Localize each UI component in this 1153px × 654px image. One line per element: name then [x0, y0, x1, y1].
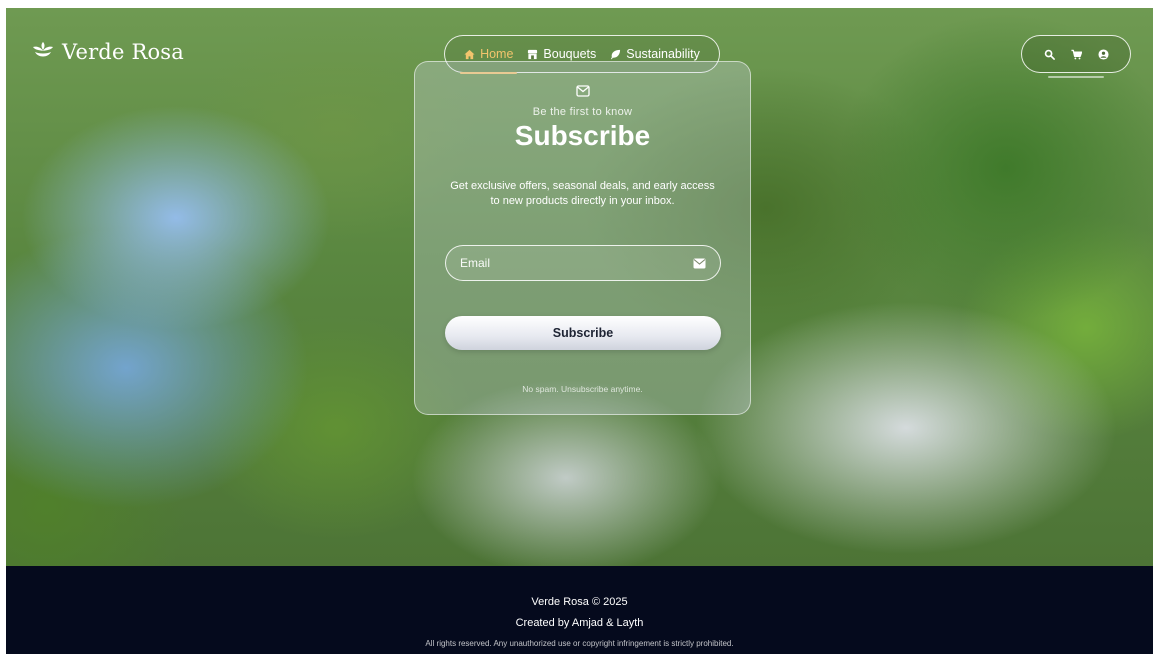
nav-item-label: Home [480, 47, 514, 61]
nav-item-bouquets[interactable]: Bouquets [527, 47, 596, 61]
home-icon [464, 49, 475, 59]
nav-item-sustainability[interactable]: Sustainability [610, 47, 700, 61]
subscribe-button[interactable]: Subscribe [445, 316, 721, 350]
envelope-icon [693, 258, 706, 268]
search-icon[interactable] [1044, 49, 1055, 60]
subscribe-card: Be the first to know Subscribe Get exclu… [414, 61, 751, 415]
user-icon[interactable] [1097, 48, 1109, 60]
hero-background: Verde Rosa Home Bouquets Sustainability … [6, 8, 1153, 566]
footer-legal: All rights reserved. Any unauthorized us… [425, 639, 734, 648]
brand-name: Verde Rosa [62, 40, 185, 64]
brand-logo[interactable]: Verde Rosa [32, 40, 184, 64]
store-icon [528, 49, 538, 59]
subscribe-title: Subscribe [514, 120, 651, 151]
page: Verde Rosa Home Bouquets Sustainability … [6, 8, 1153, 654]
footer-copyright: Verde Rosa © 2025 [531, 596, 628, 608]
email-field [445, 245, 721, 281]
spam-note: No spam. Unsubscribe anytime. [522, 384, 643, 394]
leaf-icon [611, 49, 621, 59]
header-actions [1021, 35, 1131, 78]
subscribe-description: Get exclusive offers, seasonal deals, an… [450, 180, 715, 207]
footer: Verde Rosa © 2025 Created by Amjad & Lay… [6, 566, 1153, 654]
nav-item-label: Bouquets [543, 47, 597, 61]
subscribe-eyebrow: Be the first to know [532, 106, 633, 118]
nav-item-home[interactable]: Home [460, 47, 518, 74]
leaf-logo-icon [33, 42, 53, 57]
email-input[interactable] [460, 256, 693, 270]
cart-icon[interactable] [1070, 49, 1082, 60]
envelope-open-icon [576, 85, 590, 97]
footer-credits: Created by Amjad & Layth [515, 617, 644, 629]
nav-item-label: Sustainability [626, 47, 700, 61]
